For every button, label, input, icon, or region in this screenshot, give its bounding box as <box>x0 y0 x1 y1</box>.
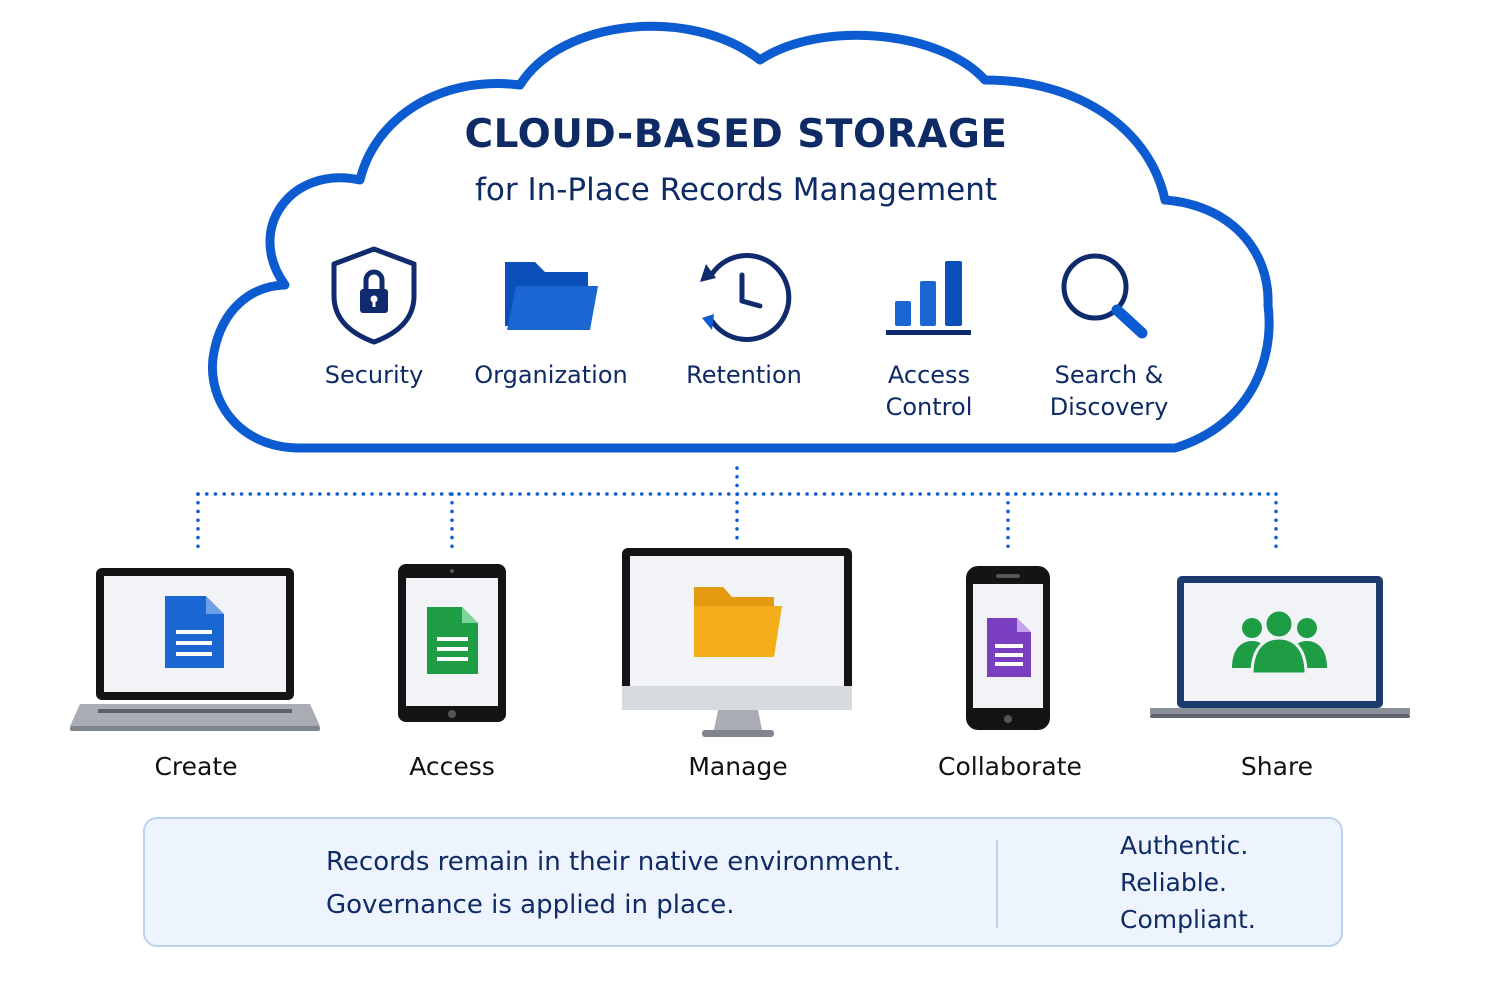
callout-line-1: Records remain in their native environme… <box>326 847 902 877</box>
device-label-create: Create <box>154 752 238 781</box>
monitor-manage <box>622 548 852 737</box>
feature-label-access-control: Access Control <box>885 361 973 421</box>
laptop-share <box>1150 576 1410 718</box>
laptop-create <box>70 568 320 731</box>
document-icon <box>165 596 224 668</box>
callout-line-2: Governance is applied in place. <box>326 890 735 920</box>
status-authentic: Authentic. <box>1120 831 1249 860</box>
callout-divider <box>996 840 998 928</box>
status-compliant: Compliant. <box>1120 905 1256 934</box>
connector-lines <box>196 466 1278 552</box>
status-reliable: Reliable. <box>1120 868 1227 897</box>
device-label-collaborate: Collaborate <box>938 752 1082 781</box>
tablet-access <box>398 564 506 722</box>
feature-label-search-discovery: Search & Discovery <box>1049 361 1169 421</box>
folder-icon <box>505 262 598 330</box>
document-icon <box>427 607 478 674</box>
device-label-manage: Manage <box>688 752 788 781</box>
device-label-access: Access <box>409 752 495 781</box>
phone-collaborate <box>966 566 1050 730</box>
folder-icon <box>694 587 782 657</box>
feature-label-security: Security <box>324 361 424 389</box>
cloud-title: CLOUD-BASED STORAGE <box>464 112 1008 157</box>
cloud-subtitle: for In-Place Records Management <box>474 172 998 208</box>
device-label-share: Share <box>1240 752 1314 781</box>
feature-label-retention: Retention <box>686 361 802 389</box>
document-icon <box>987 618 1031 677</box>
feature-label-organization: Organization <box>474 361 628 389</box>
